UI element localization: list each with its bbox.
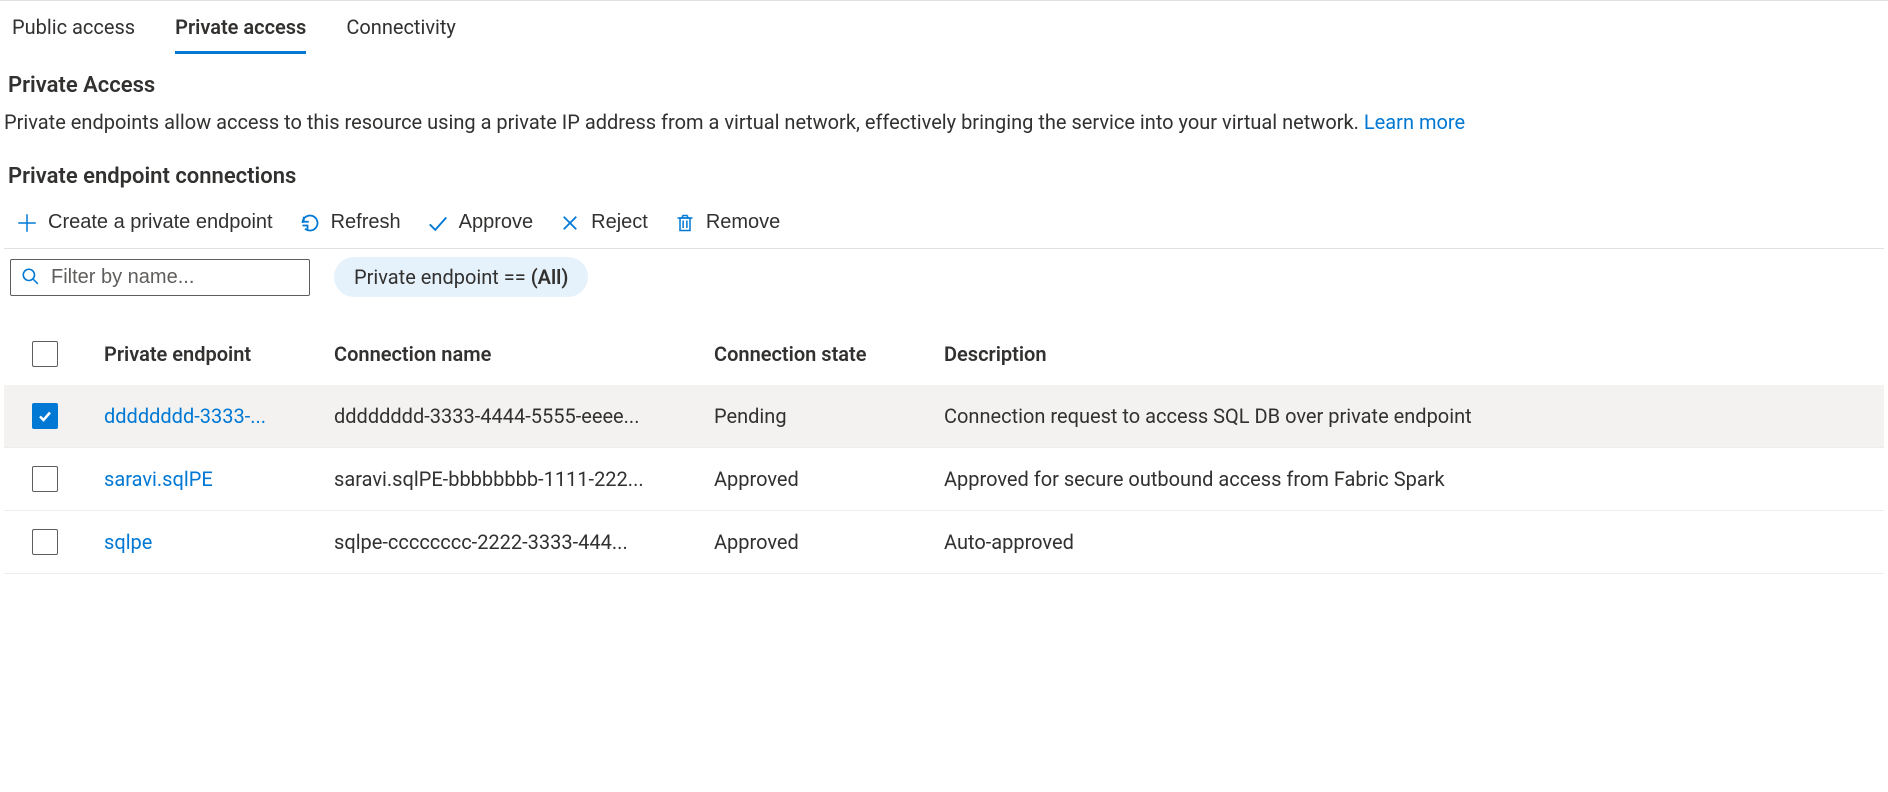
table-header: Private endpoint Connection name Connect…: [4, 323, 1884, 385]
filter-name-input[interactable]: [51, 266, 299, 289]
plus-icon: [16, 212, 38, 234]
learn-more-link[interactable]: Learn more: [1364, 110, 1465, 134]
table-row[interactable]: saravi.sqlPE saravi.sqlPE-bbbbbbbb-1111-2…: [4, 448, 1884, 511]
refresh-label: Refresh: [331, 211, 401, 234]
trash-icon: [674, 212, 696, 234]
filter-row: Private endpoint == (All): [4, 249, 1884, 305]
endpoint-link[interactable]: dddddddd-3333-...: [104, 404, 324, 428]
connection-state: Approved: [714, 530, 934, 554]
tab-connectivity[interactable]: Connectivity: [346, 15, 456, 54]
approve-button[interactable]: Approve: [427, 211, 534, 234]
connection-state: Approved: [714, 467, 934, 491]
connections-title: Private endpoint connections: [4, 164, 1884, 189]
toolbar: Create a private endpoint Refresh Approv…: [4, 205, 1884, 249]
refresh-icon: [299, 212, 321, 234]
filter-pill[interactable]: Private endpoint == (All): [334, 257, 588, 297]
connection-description: Auto-approved: [944, 530, 1874, 554]
reject-button[interactable]: Reject: [559, 211, 648, 234]
table-row[interactable]: sqlpe sqlpe-cccccccc-2222-3333-444... Appr…: [4, 511, 1884, 574]
tab-public-access[interactable]: Public access: [12, 15, 135, 54]
reject-label: Reject: [591, 211, 648, 234]
section-title: Private Access: [4, 73, 1884, 98]
connection-name: dddddddd-3333-4444-5555-eeee...: [334, 404, 704, 428]
tabs-container: Public access Private access Connectivit…: [0, 1, 1888, 55]
search-box[interactable]: [10, 259, 310, 296]
section-description: Private endpoints allow access to this r…: [4, 108, 1884, 136]
approve-label: Approve: [459, 211, 534, 234]
header-endpoint[interactable]: Private endpoint: [104, 342, 324, 366]
remove-button[interactable]: Remove: [674, 211, 780, 234]
connection-name: sqlpe-cccccccc-2222-3333-444...: [334, 530, 704, 554]
header-connection[interactable]: Connection name: [334, 342, 704, 366]
tab-private-access[interactable]: Private access: [175, 15, 306, 54]
filter-pill-prefix: Private endpoint ==: [354, 265, 531, 289]
header-description[interactable]: Description: [944, 342, 1874, 366]
x-icon: [559, 212, 581, 234]
endpoint-link[interactable]: saravi.sqlPE: [104, 467, 324, 491]
filter-pill-value: (All): [531, 265, 569, 289]
connection-description: Connection request to access SQL DB over…: [944, 404, 1874, 428]
connection-description: Approved for secure outbound access from…: [944, 467, 1874, 491]
connection-name: saravi.sqlPE-bbbbbbbb-1111-222...: [334, 467, 704, 491]
search-icon: [21, 267, 39, 287]
table-row[interactable]: dddddddd-3333-... dddddddd-3333-4444-5555…: [4, 385, 1884, 448]
row-checkbox[interactable]: [32, 403, 58, 429]
endpoint-link[interactable]: sqlpe: [104, 530, 324, 554]
section-description-text: Private endpoints allow access to this r…: [4, 110, 1364, 134]
select-all-checkbox[interactable]: [32, 341, 58, 367]
refresh-button[interactable]: Refresh: [299, 211, 401, 234]
create-label: Create a private endpoint: [48, 211, 273, 234]
connections-table: Private endpoint Connection name Connect…: [4, 323, 1884, 574]
row-checkbox[interactable]: [32, 466, 58, 492]
create-private-endpoint-button[interactable]: Create a private endpoint: [16, 211, 273, 234]
connection-state: Pending: [714, 404, 934, 428]
remove-label: Remove: [706, 211, 780, 234]
check-icon: [427, 212, 449, 234]
row-checkbox[interactable]: [32, 529, 58, 555]
header-state[interactable]: Connection state: [714, 342, 934, 366]
